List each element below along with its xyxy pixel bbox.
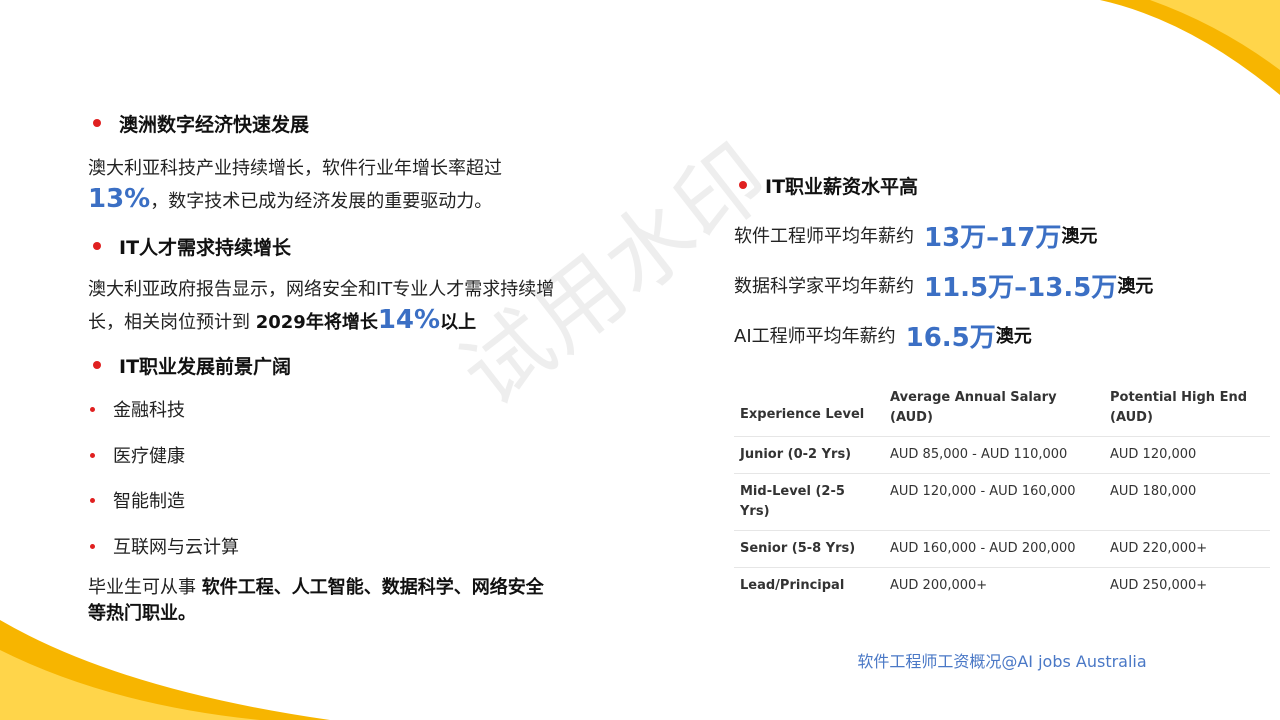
bullet-dot	[93, 119, 101, 127]
list-item: 智能制造	[88, 485, 668, 515]
growth-percent: 14%	[377, 305, 441, 335]
table-row: Mid-Level (2-5 Yrs) AUD 120,000 - AUD 16…	[734, 473, 1270, 531]
salary-label: AI工程师平均年薪约	[734, 326, 896, 347]
section-title: IT人才需求持续增长	[119, 236, 292, 259]
paragraph-text: 长，相关岗位预计到	[88, 312, 256, 333]
table-cell: Senior (5-8 Yrs)	[734, 530, 884, 568]
table-caption: 软件工程师工资概况@AI jobs Australia	[857, 652, 1147, 671]
list-item-label: 智能制造	[113, 491, 185, 512]
paragraph-digital-economy: 澳大利亚科技产业持续增长，软件行业年增长率超过 13%，数字技术已成为经济发展的…	[88, 154, 668, 217]
salary-value: 16.5万	[905, 322, 996, 353]
section-heading-salary: IT职业薪资水平高	[734, 170, 1274, 200]
bullet-dot	[90, 543, 95, 549]
paragraph-talent-demand: 澳大利亚政府报告显示，网络安全和IT专业人才需求持续增 长，相关岗位预计到 20…	[88, 275, 668, 338]
table-cell: Junior (0-2 Yrs)	[734, 436, 884, 474]
left-column: 澳洲数字经济快速发展 澳大利亚科技产业持续增长，软件行业年增长率超过 13%，数…	[88, 108, 668, 627]
section-heading-digital-economy: 澳洲数字经济快速发展	[88, 108, 668, 138]
section-title: IT职业薪资水平高	[765, 175, 919, 198]
table-cell: AUD 160,000 - AUD 200,000	[884, 530, 1104, 568]
list-item-label: 医疗健康	[113, 446, 185, 467]
bullet-dot	[90, 497, 95, 503]
column-header: Average Annual Salary (AUD)	[890, 390, 1057, 425]
salary-lines: 软件工程师平均年薪约 13万–17万 澳元 数据科学家平均年薪约 11.5万–1…	[734, 210, 1274, 360]
closing-paragraph: 毕业生可从事 软件工程、人工智能、数据科学、网络安全 等热门职业。	[88, 575, 668, 627]
bold-text: 2029年将增长	[255, 312, 378, 333]
paragraph-text: 毕业生可从事	[88, 577, 202, 598]
bold-text: 软件工程、人工智能、数据科学、网络安全	[201, 577, 544, 598]
list-item: 互联网与云计算	[88, 531, 668, 561]
salary-label: 数据科学家平均年薪约	[734, 276, 914, 297]
salary-unit: 澳元	[1061, 226, 1098, 247]
table-cell: AUD 220,000+	[1104, 530, 1270, 568]
table-cell: AUD 120,000 - AUD 160,000	[884, 473, 1104, 531]
column-header: Potential High End (AUD)	[1110, 390, 1248, 425]
list-item: 医疗健康	[88, 440, 668, 470]
salary-table: Experience Level Average Annual Salary (…	[734, 380, 1270, 604]
salary-value: 11.5万–13.5万	[924, 272, 1118, 303]
bullet-dot	[90, 406, 95, 412]
growth-percent: 13%	[88, 184, 151, 214]
salary-line: AI工程师平均年薪约 16.5万 澳元	[734, 310, 1274, 360]
bold-text: 等热门职业。	[88, 603, 196, 624]
section-heading-talent-demand: IT人才需求持续增长	[88, 231, 668, 261]
bold-text: 以上	[440, 312, 477, 333]
paragraph-text: 澳大利亚科技产业持续增长，软件行业年增长率超过	[88, 158, 502, 179]
table-header-row: Experience Level Average Annual Salary (…	[734, 380, 1270, 437]
bullet-dot	[739, 181, 747, 189]
section-heading-career-outlook: IT职业发展前景广阔	[88, 350, 668, 380]
list-item-label: 金融科技	[113, 400, 185, 421]
paragraph-text: ，数字技术已成为经济发展的重要驱动力。	[150, 191, 493, 212]
table-cell: AUD 250,000+	[1104, 567, 1270, 604]
table-cell: AUD 180,000	[1104, 473, 1270, 531]
section-title: 澳洲数字经济快速发展	[119, 113, 310, 136]
table-row: Senior (5-8 Yrs) AUD 160,000 - AUD 200,0…	[734, 530, 1270, 568]
salary-value: 13万–17万	[924, 222, 1062, 253]
right-column: IT职业薪资水平高 软件工程师平均年薪约 13万–17万 澳元 数据科学家平均年…	[734, 170, 1274, 360]
section-title: IT职业发展前景广阔	[119, 355, 292, 378]
bullet-dot	[93, 361, 101, 369]
industry-list: 金融科技 医疗健康 智能制造 互联网与云计算	[88, 394, 668, 561]
salary-label: 软件工程师平均年薪约	[734, 226, 914, 247]
bullet-dot	[90, 452, 95, 458]
salary-unit: 澳元	[995, 326, 1032, 347]
list-item-label: 互联网与云计算	[113, 537, 239, 558]
column-header: Experience Level	[740, 407, 865, 422]
salary-line: 软件工程师平均年薪约 13万–17万 澳元	[734, 210, 1274, 260]
corner-swoosh-top-right	[1100, 0, 1280, 95]
table-row: Junior (0-2 Yrs) AUD 85,000 - AUD 110,00…	[734, 436, 1270, 474]
table-cell: AUD 120,000	[1104, 436, 1270, 474]
paragraph-text: 澳大利亚政府报告显示，网络安全和IT专业人才需求持续增	[88, 279, 555, 300]
table-cell: AUD 85,000 - AUD 110,000	[884, 436, 1104, 474]
table-cell: Lead/Principal	[734, 567, 884, 604]
salary-line: 数据科学家平均年薪约 11.5万–13.5万 澳元	[734, 260, 1274, 310]
table-row: Lead/Principal AUD 200,000+ AUD 250,000+	[734, 567, 1270, 604]
bullet-dot	[93, 242, 101, 250]
table-cell: AUD 200,000+	[884, 567, 1104, 604]
list-item: 金融科技	[88, 394, 668, 424]
salary-unit: 澳元	[1117, 276, 1154, 297]
table-cell: Mid-Level (2-5 Yrs)	[734, 473, 884, 531]
